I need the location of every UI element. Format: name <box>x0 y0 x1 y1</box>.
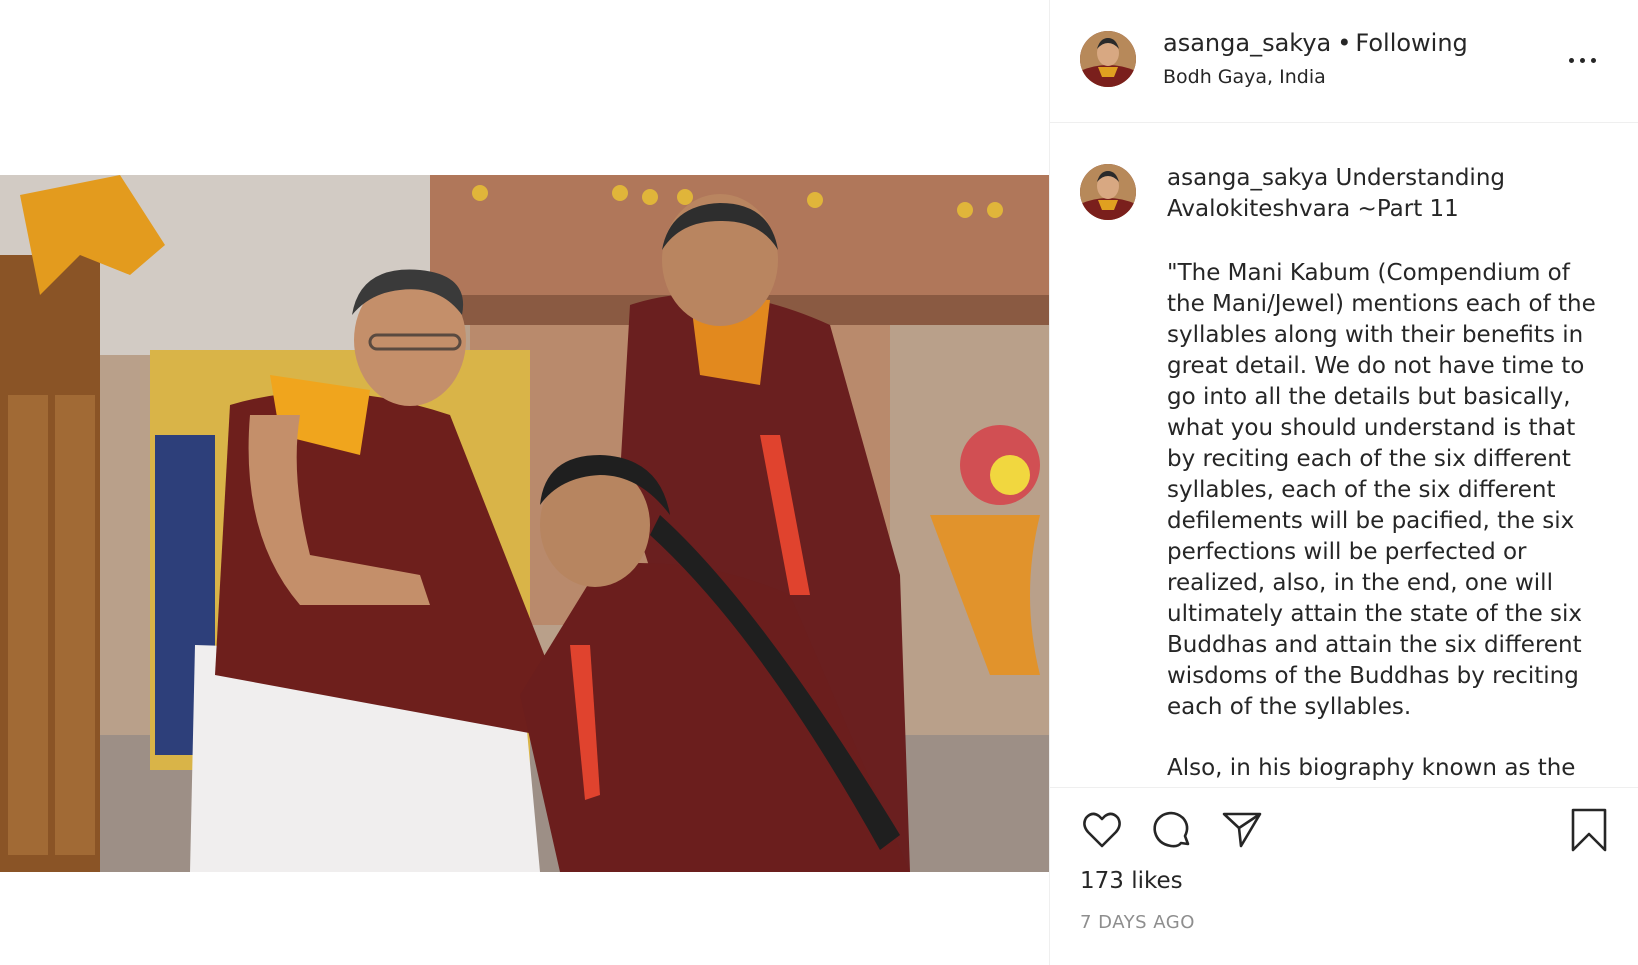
comment-icon[interactable] <box>1150 808 1194 852</box>
post-location[interactable]: Bodh Gaya, India <box>1163 66 1326 88</box>
post-actions: 173 likes 7 DAYS AGO <box>1050 787 1638 965</box>
post-photo-illustration <box>0 175 1049 872</box>
heart-icon[interactable] <box>1080 808 1124 852</box>
caption-scroll-area[interactable]: asanga_sakya Understanding Avalokiteshva… <box>1050 123 1638 786</box>
post-side-panel: asanga_sakya • Following Bodh Gaya, India <box>1049 0 1638 965</box>
caption-paragraph: Also, in his biography known as the <box>1167 755 1576 781</box>
post-timestamp[interactable]: 7 DAYS AGO <box>1080 912 1195 933</box>
caption-username[interactable]: asanga_sakya <box>1167 165 1328 191</box>
header-separator: • <box>1337 29 1352 57</box>
caption-paragraph: "The Mani Kabum (Compendium of the Mani/… <box>1167 260 1596 720</box>
bookmark-icon[interactable] <box>1567 808 1611 852</box>
following-button[interactable]: Following <box>1355 29 1467 57</box>
caption-heading: asanga_sakya Understanding Avalokiteshva… <box>1167 163 1587 225</box>
send-icon[interactable] <box>1220 808 1264 852</box>
author-avatar[interactable] <box>1080 31 1136 87</box>
header-user-line: asanga_sakya • Following <box>1163 29 1468 57</box>
author-username[interactable]: asanga_sakya <box>1163 29 1331 57</box>
post-photo[interactable] <box>0 175 1049 872</box>
more-options-icon[interactable] <box>1567 48 1599 72</box>
post-header: asanga_sakya • Following Bodh Gaya, India <box>1050 0 1638 123</box>
post-media-area <box>0 0 1049 965</box>
caption-author-avatar[interactable] <box>1080 164 1136 220</box>
avatar-image <box>1080 164 1136 220</box>
instagram-post-page: asanga_sakya • Following Bodh Gaya, India <box>0 0 1638 965</box>
avatar-image <box>1080 31 1136 87</box>
likes-count[interactable]: 173 likes <box>1080 868 1183 894</box>
